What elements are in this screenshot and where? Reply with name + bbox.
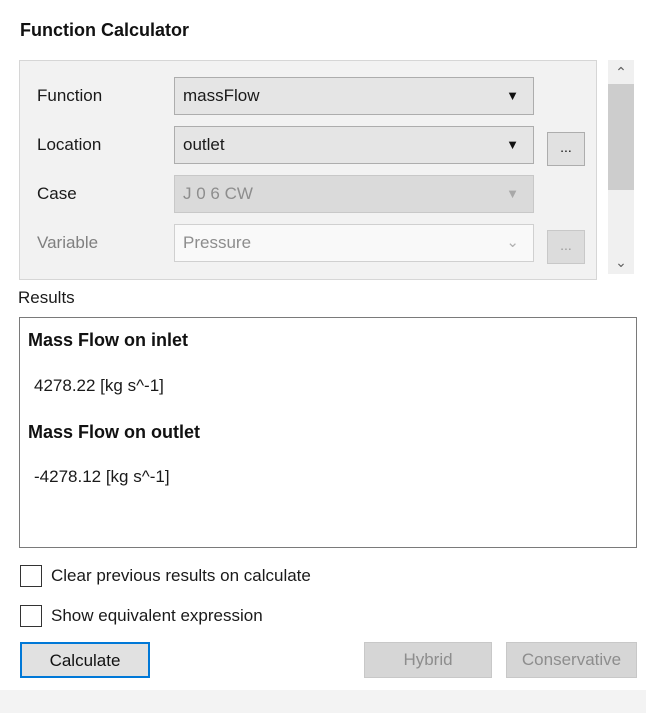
chevron-down-icon: ⌄: [506, 234, 519, 251]
variable-label: Variable: [37, 233, 99, 252]
location-row: Location outlet ▼ ...: [20, 126, 596, 166]
case-row: Case J 0 6 CW ▼: [20, 175, 596, 215]
clear-previous-label[interactable]: Clear previous results on calculate: [51, 566, 311, 586]
variable-select[interactable]: Pressure ⌄: [174, 224, 534, 262]
scrollbar-thumb[interactable]: [608, 84, 634, 190]
chevron-up-icon[interactable]: ⌃: [608, 60, 634, 84]
case-value: J 0 6 CW: [183, 184, 253, 203]
dropdown-arrow-icon: ▼: [506, 88, 519, 103]
function-value: massFlow: [183, 86, 260, 105]
location-browse-button[interactable]: ...: [547, 132, 585, 166]
result-heading: Mass Flow on outlet: [28, 422, 201, 442]
calculate-button[interactable]: Calculate: [20, 642, 150, 678]
dropdown-arrow-icon: ▼: [506, 137, 519, 152]
results-box[interactable]: Mass Flow on inlet 4278.22 [kg s^-1] Mas…: [19, 317, 637, 548]
result-heading: Mass Flow on inlet: [28, 330, 189, 350]
vertical-scrollbar[interactable]: ⌃ ⌄: [608, 60, 634, 274]
results-label: Results: [18, 288, 75, 307]
location-value: outlet: [183, 135, 225, 154]
case-select[interactable]: J 0 6 CW ▼: [174, 175, 534, 213]
conservative-button[interactable]: Conservative: [506, 642, 637, 678]
parameters-group: Function massFlow ▼ Location outlet ▼ ..…: [19, 60, 597, 280]
show-expression-checkbox[interactable]: [20, 605, 42, 627]
location-select[interactable]: outlet ▼: [174, 126, 534, 164]
clear-previous-checkbox[interactable]: [20, 565, 42, 587]
function-label: Function: [37, 86, 103, 105]
function-row: Function massFlow ▼: [20, 77, 596, 117]
case-label: Case: [37, 184, 77, 203]
variable-value: Pressure: [183, 233, 252, 252]
bottom-strip: [0, 690, 646, 713]
show-expression-label[interactable]: Show equivalent expression: [51, 606, 263, 626]
chevron-down-icon[interactable]: ⌄: [608, 250, 634, 274]
dropdown-arrow-icon: ▼: [506, 186, 519, 201]
result-value: 4278.22 [kg s^-1]: [34, 376, 164, 395]
variable-browse-button[interactable]: ...: [547, 230, 585, 264]
variable-row: Variable Pressure ⌄ ...: [20, 224, 596, 264]
function-select[interactable]: massFlow ▼: [174, 77, 534, 115]
panel-title: Function Calculator: [20, 20, 190, 40]
location-label: Location: [37, 135, 102, 154]
result-value: -4278.12 [kg s^-1]: [34, 467, 170, 486]
hybrid-button[interactable]: Hybrid: [364, 642, 492, 678]
